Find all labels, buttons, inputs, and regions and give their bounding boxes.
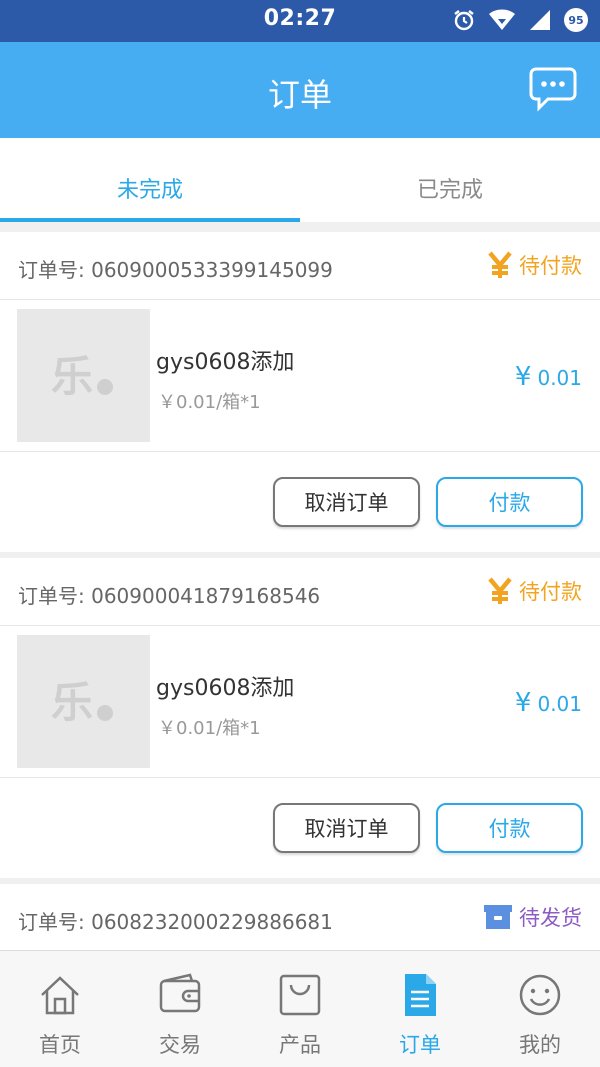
order-number: 订单号: 060900041879168546	[18, 584, 321, 608]
nav-label: 产品	[279, 1033, 321, 1057]
order-total-value: 0.01	[537, 692, 582, 716]
order-status: 待付款	[487, 576, 582, 606]
wallet-icon	[159, 973, 201, 1013]
document-icon	[405, 974, 436, 1016]
order-status-label: 待付款	[519, 580, 582, 604]
bag-icon	[279, 974, 321, 1016]
cancel-order-button[interactable]: 取消订单	[273, 803, 420, 853]
nav-item-mine[interactable]: 我的	[480, 951, 600, 1067]
svg-text:乐: 乐	[51, 352, 93, 401]
order-status: 待付款	[487, 250, 582, 280]
yen-icon	[488, 251, 512, 278]
order-actions: 取消订单 付款	[0, 452, 600, 552]
bottom-nav: 首页 交易 产品 订单 我的	[0, 950, 600, 1067]
alarm-icon	[454, 10, 474, 31]
box-icon	[484, 905, 512, 929]
order-number: 订单号: 0608232000229886681	[18, 910, 333, 934]
svg-text:乐: 乐	[51, 678, 93, 727]
product-name: gys0608添加	[156, 676, 295, 701]
product-name: gys0608添加	[156, 350, 295, 375]
order-header: 订单号: 0609000533399145099 待付款	[0, 232, 600, 300]
wifi-icon	[489, 9, 515, 30]
order-header: 订单号: 060900041879168546 待付款	[0, 558, 600, 626]
nav-label: 订单	[399, 1033, 441, 1057]
order-card[interactable]: 订单号: 0609000533399145099 待付款 乐 gys0608添加…	[0, 232, 600, 552]
nav-item-trade[interactable]: 交易	[120, 951, 240, 1067]
signal-icon	[530, 10, 550, 30]
pay-button[interactable]: 付款	[436, 803, 583, 853]
product-unit-price: ￥0.01/箱*1	[158, 718, 261, 739]
nav-label: 我的	[519, 1033, 561, 1057]
tab-completed[interactable]: 已完成	[300, 138, 600, 222]
app-header: 订单	[0, 42, 600, 138]
nav-item-products[interactable]: 产品	[240, 951, 360, 1067]
placeholder-logo-icon: 乐	[51, 352, 113, 401]
product-thumbnail: 乐	[17, 309, 150, 442]
order-item[interactable]: 乐 gys0608添加 ￥0.01/箱*1 ¥0.01	[0, 300, 600, 452]
tab-incomplete[interactable]: 未完成	[0, 138, 300, 222]
order-number: 订单号: 0609000533399145099	[18, 258, 333, 282]
status-bar: 02:27 95	[0, 0, 600, 42]
nav-item-orders[interactable]: 订单	[360, 951, 480, 1067]
nav-item-home[interactable]: 首页	[0, 951, 120, 1067]
order-total-value: 0.01	[537, 366, 582, 390]
battery-icon: 95	[564, 8, 588, 32]
order-item[interactable]: 乐 gys0608添加 ￥0.01/箱*1 ¥0.01	[0, 626, 600, 778]
order-list: 订单号: 0609000533399145099 待付款 乐 gys0608添加…	[0, 232, 600, 958]
placeholder-logo-icon: 乐	[51, 678, 113, 727]
order-card[interactable]: 订单号: 060900041879168546 待付款 乐 gys0608添加 …	[0, 558, 600, 878]
order-tabs: 未完成 已完成	[0, 138, 600, 222]
nav-label: 交易	[159, 1033, 201, 1057]
page-title: 订单	[267, 76, 332, 114]
order-card[interactable]: 订单号: 0608232000229886681 待发货	[0, 884, 600, 952]
currency-symbol: ¥	[514, 688, 532, 718]
order-status: 待发货	[483, 902, 582, 932]
order-header: 订单号: 0608232000229886681 待发货	[0, 884, 600, 952]
cancel-order-button[interactable]: 取消订单	[273, 477, 420, 527]
currency-symbol: ¥	[514, 362, 532, 392]
order-status-label: 待付款	[519, 254, 582, 278]
nav-label: 首页	[39, 1033, 81, 1057]
yen-icon	[488, 577, 512, 604]
pay-button[interactable]: 付款	[436, 477, 583, 527]
message-button[interactable]	[528, 66, 578, 112]
order-status-label: 待发货	[519, 906, 582, 930]
home-icon	[41, 976, 79, 1015]
order-total: ¥0.01	[515, 362, 582, 392]
product-thumbnail: 乐	[17, 635, 150, 768]
status-icons: 95	[452, 8, 588, 32]
smiley-icon	[519, 974, 561, 1016]
order-total: ¥0.01	[515, 688, 582, 718]
order-actions: 取消订单 付款	[0, 778, 600, 878]
product-unit-price: ￥0.01/箱*1	[158, 392, 261, 413]
chat-bubble-icon	[529, 67, 577, 112]
